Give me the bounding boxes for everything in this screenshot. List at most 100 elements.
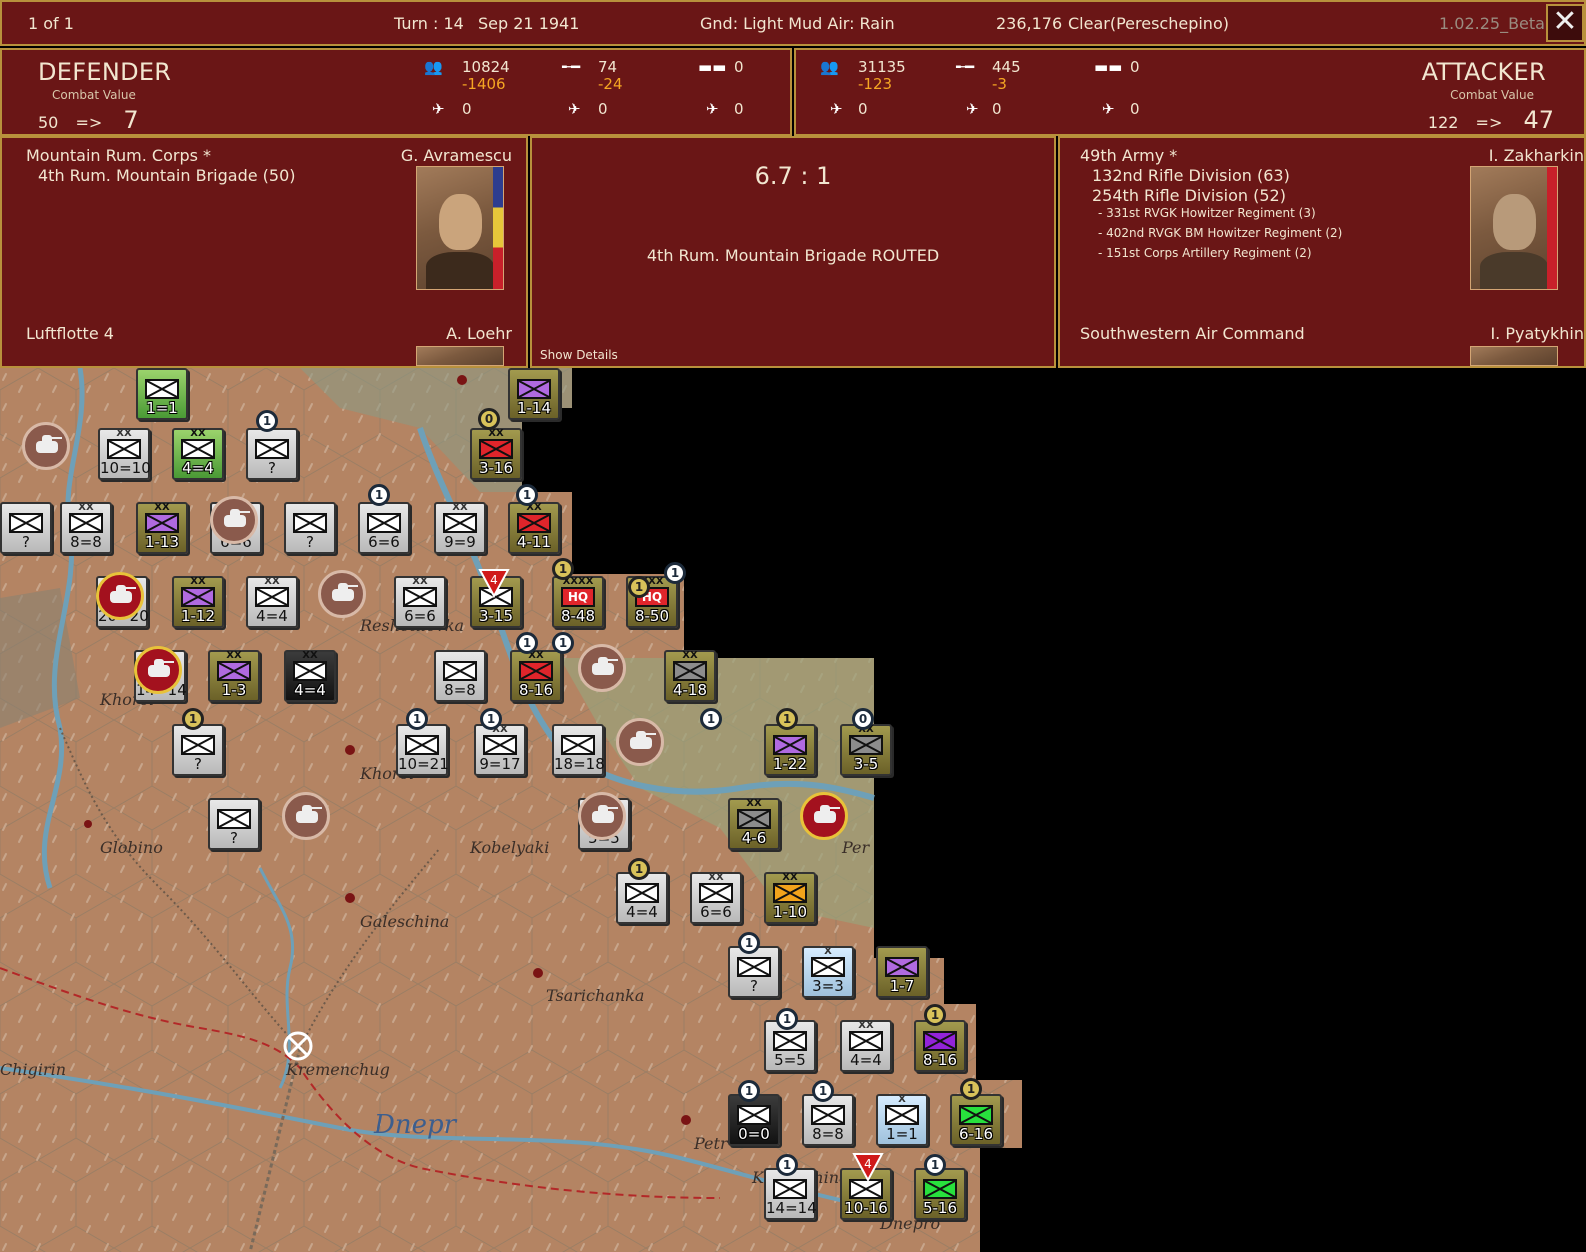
- unit-counter[interactable]: 6-16: [950, 1094, 1002, 1146]
- unit-counter[interactable]: XX 4=4: [172, 428, 224, 480]
- defender-unit[interactable]: 4th Rum. Mountain Brigade (50): [38, 166, 296, 185]
- unit-level-badge: 1: [960, 1078, 982, 1100]
- unit-counter[interactable]: ?: [284, 502, 336, 554]
- attacker-air-commander: I. Pyatykhin: [1490, 324, 1584, 343]
- unit-counter[interactable]: 5-16: [914, 1168, 966, 1220]
- unit-strength-label: 1=1: [886, 1125, 918, 1143]
- attacker-unit[interactable]: 254th Rifle Division (52): [1092, 186, 1286, 205]
- unit-level-badge: 1: [924, 1154, 946, 1176]
- support-unit[interactable]: - 331st RVGK Howitzer Regiment (3): [1098, 206, 1316, 220]
- air-unit-token[interactable]: [282, 792, 330, 840]
- airbase-icon[interactable]: [282, 1030, 314, 1062]
- unit-counter[interactable]: 1-7: [876, 946, 928, 998]
- unit-counter[interactable]: 1-22: [764, 724, 816, 776]
- unit-level-badge: 1: [628, 576, 650, 598]
- unit-counter[interactable]: 18=18: [552, 724, 605, 776]
- river-label: Dnepr: [374, 1110, 457, 1140]
- unit-level-badge: 1: [406, 708, 428, 730]
- defender-hq[interactable]: Mountain Rum. Corps *: [26, 146, 211, 165]
- armor-unit-token[interactable]: [96, 572, 144, 620]
- turn-label: Turn : 14: [394, 14, 464, 33]
- unit-counter[interactable]: XX 4=4: [284, 650, 336, 702]
- unit-counter[interactable]: XX 1-3: [208, 650, 260, 702]
- air-unit-token[interactable]: [616, 718, 664, 766]
- battle-marker-icon[interactable]: 4: [852, 1152, 884, 1184]
- unit-counter[interactable]: 1-14: [508, 368, 560, 420]
- unit-counter[interactable]: 0=0: [728, 1094, 780, 1146]
- unit-counter[interactable]: XX 10=10: [98, 428, 151, 480]
- support-unit[interactable]: - 402nd RVGK BM Howitzer Regiment (2): [1098, 226, 1342, 240]
- unit-level-badge: 1: [924, 1004, 946, 1026]
- town-label: Petr: [694, 1134, 728, 1153]
- unit-counter[interactable]: X 3=3: [802, 946, 854, 998]
- unit-counter[interactable]: XX 9=17: [474, 724, 526, 776]
- unit-counter[interactable]: XX 8=8: [60, 502, 112, 554]
- unit-strength-label: 4-6: [741, 829, 767, 847]
- defender-air-hq: Luftflotte 4: [26, 324, 114, 343]
- unit-level-badge: 1: [776, 1008, 798, 1030]
- unit-type-icon: [483, 735, 517, 755]
- defender-guns-value: 74: [598, 58, 618, 76]
- unit-strength-label: 8-50: [634, 607, 670, 625]
- unit-counter[interactable]: ?: [728, 946, 780, 998]
- unit-type-icon: [107, 439, 141, 459]
- unit-strength-label: 6-16: [958, 1125, 994, 1143]
- close-button[interactable]: ✕: [1546, 4, 1584, 42]
- date-label: Sep 21 1941: [478, 14, 580, 33]
- air-unit-token[interactable]: [578, 644, 626, 692]
- cv-arrow: =>: [75, 113, 103, 132]
- unit-counter[interactable]: XX 6=6: [394, 576, 446, 628]
- air-unit-token[interactable]: [210, 496, 258, 544]
- unit-counter[interactable]: XX 1-12: [172, 576, 224, 628]
- unit-counter[interactable]: XX 6=6: [690, 872, 742, 924]
- unit-counter[interactable]: XX 1-10: [764, 872, 816, 924]
- unit-counter[interactable]: 14=14: [764, 1168, 817, 1220]
- unit-counter[interactable]: XX 3-16: [470, 428, 522, 480]
- attacker-hq[interactable]: 49th Army *: [1080, 146, 1177, 165]
- unit-counter[interactable]: 8-16: [914, 1020, 966, 1072]
- unit-size-label: X: [898, 1094, 906, 1105]
- unit-level-badge: 1: [552, 632, 574, 654]
- unit-counter[interactable]: 6=6: [358, 502, 410, 554]
- fighter-icon: ✈: [830, 100, 843, 118]
- town-label: Per: [842, 838, 870, 857]
- unit-counter[interactable]: XX 4-11: [508, 502, 560, 554]
- unit-counter[interactable]: X 1=1: [876, 1094, 928, 1146]
- unit-counter[interactable]: 4=4: [616, 872, 668, 924]
- air-unit-token[interactable]: [22, 422, 70, 470]
- transport-icon: ✈: [706, 100, 719, 118]
- air-unit-token[interactable]: [318, 570, 366, 618]
- unit-counter[interactable]: ?: [246, 428, 298, 480]
- unit-counter[interactable]: ?: [208, 798, 260, 850]
- unit-counter[interactable]: 10=21: [396, 724, 449, 776]
- air-unit-token[interactable]: [578, 792, 626, 840]
- unit-counter[interactable]: 8=8: [434, 650, 486, 702]
- unit-counter[interactable]: XX 8-16: [510, 650, 562, 702]
- show-details-link[interactable]: Show Details: [540, 348, 618, 362]
- unit-size-label: XX: [190, 428, 206, 439]
- defender-air-bombers: 0: [598, 100, 608, 118]
- unit-counter[interactable]: XX 9=9: [434, 502, 486, 554]
- unit-counter[interactable]: XX 4=4: [840, 1020, 892, 1072]
- game-map[interactable]: Globino Kobelyaki Galeschina Tsarichanka…: [0, 368, 1586, 1252]
- unit-type-icon: [479, 439, 513, 459]
- support-unit[interactable]: - 151st Corps Artillery Regiment (2): [1098, 246, 1312, 260]
- armor-unit-token[interactable]: [800, 792, 848, 840]
- unit-counter[interactable]: XX 4=4: [246, 576, 298, 628]
- unit-counter[interactable]: ?: [172, 724, 224, 776]
- unit-counter[interactable]: XX 4-6: [728, 798, 780, 850]
- unit-counter[interactable]: XX 1-13: [136, 502, 188, 554]
- unit-size-label: XX: [78, 502, 94, 513]
- unit-counter[interactable]: HQ XXXX 8-48: [552, 576, 604, 628]
- attacker-unit[interactable]: 132nd Rifle Division (63): [1092, 166, 1290, 185]
- unit-size-label: X: [824, 946, 832, 957]
- battle-marker-icon[interactable]: 4: [478, 568, 510, 600]
- armor-unit-token[interactable]: [134, 646, 182, 694]
- unit-level-badge: 1: [664, 562, 686, 584]
- attacker-air-other: 0: [1130, 100, 1140, 118]
- unit-counter[interactable]: 1=1: [136, 368, 188, 420]
- unit-counter[interactable]: XX 4-18: [664, 650, 716, 702]
- unit-counter[interactable]: XX3-5: [840, 724, 892, 776]
- unit-counter[interactable]: 8=8: [802, 1094, 854, 1146]
- unit-counter[interactable]: ?: [0, 502, 52, 554]
